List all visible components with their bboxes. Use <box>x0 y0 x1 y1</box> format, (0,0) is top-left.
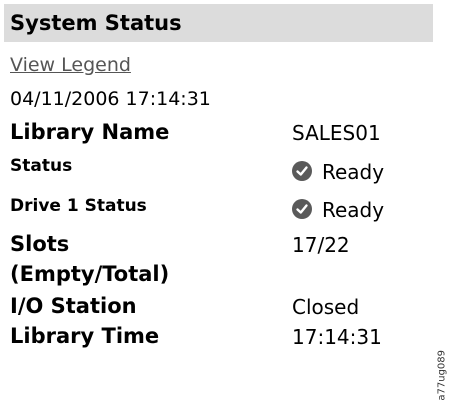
drive1-status-value: Ready <box>322 198 385 222</box>
library-name-value: SALES01 <box>292 121 381 145</box>
status-value-group: Ready <box>292 160 384 184</box>
status-timestamp: 04/11/2006 17:14:31 <box>10 88 211 110</box>
row-drive1-status: Drive 1 Status Ready <box>10 194 433 226</box>
io-station-value: Closed <box>292 295 360 319</box>
row-io-station: I/O Station Closed <box>10 294 433 324</box>
drive1-status-value-group: Ready <box>292 198 384 222</box>
slots-value: 17/22 <box>292 233 350 257</box>
slots-sublabel: (Empty/Total) <box>10 262 170 286</box>
status-label: Status <box>10 156 73 176</box>
system-status-panel: System Status View Legend 04/11/2006 17:… <box>4 4 433 356</box>
slots-label: Slots <box>10 232 70 256</box>
io-station-label: I/O Station <box>10 294 137 318</box>
row-library-name: Library Name SALES01 <box>10 120 433 150</box>
panel-title: System Status <box>4 4 433 42</box>
check-circle-icon <box>292 161 312 181</box>
library-time-label: Library Time <box>10 324 160 348</box>
row-status: Status Ready <box>10 154 433 186</box>
library-time-value: 17:14:31 <box>292 325 382 349</box>
row-slots: Slots (Empty/Total) 17/22 <box>10 232 433 292</box>
drive1-status-label: Drive 1 Status <box>10 196 147 216</box>
row-library-time: Library Time 17:14:31 <box>10 324 433 354</box>
figure-code: a77ug089 <box>437 350 448 401</box>
library-name-label: Library Name <box>10 120 170 144</box>
status-value: Ready <box>322 160 385 184</box>
check-circle-icon <box>292 199 312 219</box>
view-legend-link[interactable]: View Legend <box>10 54 131 76</box>
